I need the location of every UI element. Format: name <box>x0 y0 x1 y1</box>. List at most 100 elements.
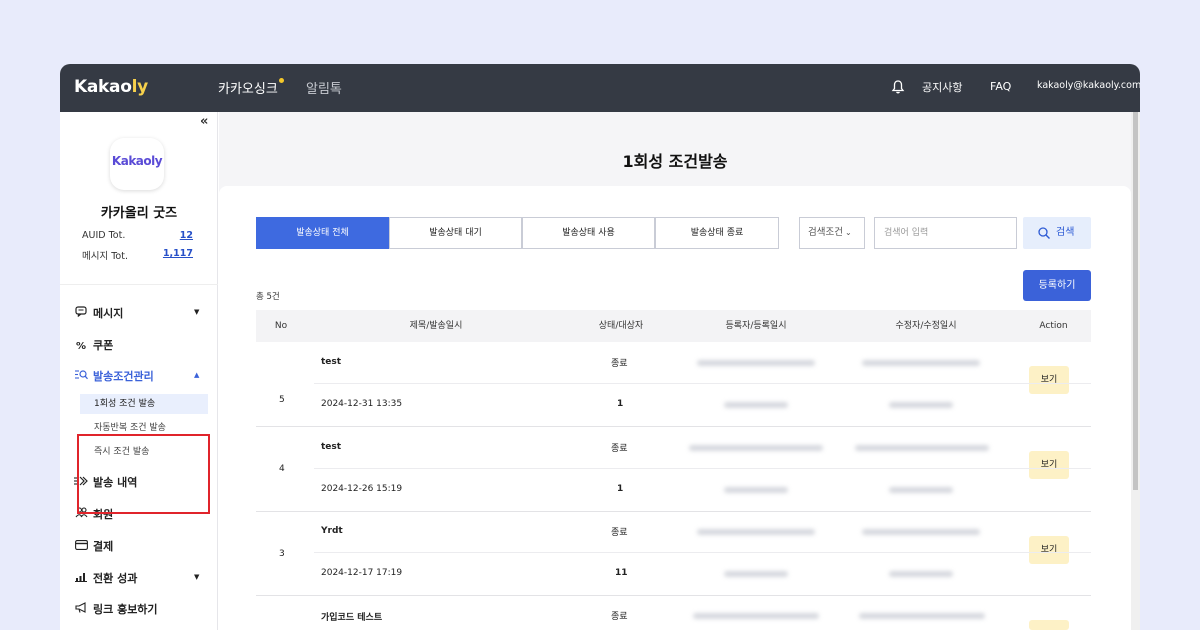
row-divider <box>256 426 1091 427</box>
row-title[interactable]: test <box>321 442 341 452</box>
sidebar-item-message[interactable]: 메시지 <box>74 305 123 321</box>
row-status: 종료 <box>611 444 628 454</box>
blurred-mod-date <box>889 487 953 493</box>
chevron-down-icon: ⌄ <box>844 228 852 237</box>
row-status: 종료 <box>611 359 628 369</box>
row-datetime: 2024-12-26 15:19 <box>321 484 403 494</box>
row-divider <box>314 383 1091 384</box>
main-content: 1회성 조건발송 발송상태 전체 발송상태 대기 발송상태 사용 발송상태 종료… <box>219 112 1131 630</box>
bell-icon[interactable] <box>890 79 906 95</box>
view-button[interactable]: 보기 <box>1029 366 1069 394</box>
row-no: 4 <box>279 464 285 474</box>
row-no: 3 <box>279 549 285 559</box>
row-datetime: 2024-12-17 17:19 <box>321 568 403 578</box>
row-status: 종료 <box>611 528 628 538</box>
chevron-down-icon[interactable]: ▼ <box>194 308 199 316</box>
row-count: 1 <box>617 484 624 494</box>
blurred-registrant <box>693 613 819 619</box>
app-window: Kakaoly 카카오싱크 알림톡 공지사항 FAQ kakaoly@kakao… <box>60 64 1140 630</box>
search-condition-label: 검색조건 <box>808 227 843 238</box>
header-registrant: 등록자/등록일시 <box>725 321 787 331</box>
search-input[interactable]: 검색어 입력 <box>874 217 1017 249</box>
row-divider <box>314 468 1091 469</box>
blurred-modifier <box>859 613 985 619</box>
submenu-one-time-send[interactable]: 1회성 조건 발송 <box>80 394 208 414</box>
header-action: Action <box>1039 321 1068 331</box>
sidebar-item-label: 전환 성과 <box>93 572 138 585</box>
row-title[interactable]: test <box>321 357 341 367</box>
blurred-registrant <box>689 445 823 451</box>
tab-status-waiting[interactable]: 발송상태 대기 <box>389 217 522 249</box>
sidebar-item-link-promo[interactable]: 링크 홍보하기 <box>74 601 158 617</box>
row-title[interactable]: 가입코드 테스트 <box>321 610 382 623</box>
condition-search-icon <box>74 369 88 383</box>
page-title: 1회성 조건발송 <box>622 152 728 171</box>
bar-chart-icon <box>74 572 88 585</box>
tab-status-active[interactable]: 발송상태 사용 <box>522 217 655 249</box>
view-button[interactable]: 보기 <box>1029 536 1069 564</box>
notice-link[interactable]: 공지사항 <box>922 79 962 95</box>
blurred-modifier <box>862 360 980 366</box>
sidebar-item-send-condition[interactable]: 발송조건관리 <box>74 368 154 384</box>
blurred-mod-date <box>889 571 953 577</box>
nav-alimtalk[interactable]: 알림톡 <box>306 78 342 97</box>
sidebar-item-coupon[interactable]: % 쿠폰 <box>74 337 113 353</box>
content-card: 발송상태 전체 발송상태 대기 발송상태 사용 발송상태 종료 검색조건 ⌄ 검색… <box>219 186 1131 630</box>
chevron-down-icon[interactable]: ▼ <box>194 573 199 581</box>
chevron-up-icon[interactable]: ▲ <box>194 371 199 379</box>
sidebar-item-label: 메시지 <box>93 307 124 320</box>
sidebar-item-label: 결제 <box>93 540 114 553</box>
store-name: 카카올리 굿즈 <box>100 206 178 221</box>
blurred-modifier <box>855 445 989 451</box>
search-button-label: 검색 <box>1056 227 1075 238</box>
header-status: 상태/대상자 <box>598 321 644 331</box>
blurred-modifier <box>862 529 980 535</box>
blurred-reg-date <box>724 487 788 493</box>
header-modifier: 수정자/수정일시 <box>895 321 957 331</box>
tab-status-ended[interactable]: 발송상태 종료 <box>655 217 779 249</box>
row-count: 1 <box>617 399 624 409</box>
view-button[interactable]: 보기 <box>1029 451 1069 479</box>
user-email[interactable]: kakaoly@kakaoly.com <box>1037 80 1140 91</box>
collapse-sidebar-icon[interactable]: « <box>200 114 208 129</box>
app-logo[interactable]: Kakaoly <box>74 77 148 97</box>
search-button[interactable]: 검색 <box>1023 217 1091 249</box>
top-navigation-bar: Kakaoly 카카오싱크 알림톡 공지사항 FAQ kakaoly@kakao… <box>60 64 1140 112</box>
sidebar-item-label: 링크 홍보하기 <box>93 603 158 616</box>
nav-kakaosync[interactable]: 카카오싱크 <box>218 78 278 97</box>
logo-main-text: Kakao <box>74 77 132 97</box>
header-no: No <box>274 321 288 331</box>
sidebar-divider <box>60 284 218 285</box>
highlight-box <box>77 434 210 514</box>
header-title: 제목/발송일시 <box>409 321 463 331</box>
sidebar-item-label: 쿠폰 <box>93 339 114 352</box>
card-icon <box>74 540 88 553</box>
search-condition-select[interactable]: 검색조건 ⌄ <box>799 217 865 249</box>
megaphone-icon <box>74 602 88 616</box>
view-button[interactable] <box>1029 620 1069 630</box>
message-total-label: 메시지 Tot. <box>82 251 128 262</box>
store-logo: Kakaoly <box>110 138 164 190</box>
row-title[interactable]: Yrdt <box>321 526 343 536</box>
scrollbar-thumb[interactable] <box>1133 112 1138 490</box>
message-icon <box>74 306 88 320</box>
register-button[interactable]: 등록하기 <box>1023 270 1091 301</box>
blurred-registrant <box>697 529 815 535</box>
table-header: No 제목/발송일시 상태/대상자 등록자/등록일시 수정자/수정일시 Acti… <box>256 310 1091 342</box>
total-count: 총 5건 <box>256 292 280 302</box>
store-logo-text: Kakaoly <box>111 154 163 168</box>
blurred-mod-date <box>889 402 953 408</box>
blurred-reg-date <box>724 571 788 577</box>
row-count: 11 <box>615 568 628 578</box>
nav-active-dot <box>279 78 284 83</box>
tab-status-all[interactable]: 발송상태 전체 <box>256 217 389 249</box>
auid-total-value[interactable]: 12 <box>180 230 193 241</box>
sidebar-item-conversion[interactable]: 전환 성과 <box>74 570 137 586</box>
message-total-value[interactable]: 1,117 <box>163 248 193 259</box>
faq-link[interactable]: FAQ <box>990 80 1011 93</box>
sidebar-item-payment[interactable]: 결제 <box>74 538 113 554</box>
percent-icon: % <box>75 341 87 352</box>
row-divider <box>256 511 1091 512</box>
blurred-registrant <box>697 360 815 366</box>
row-no: 5 <box>279 395 285 405</box>
